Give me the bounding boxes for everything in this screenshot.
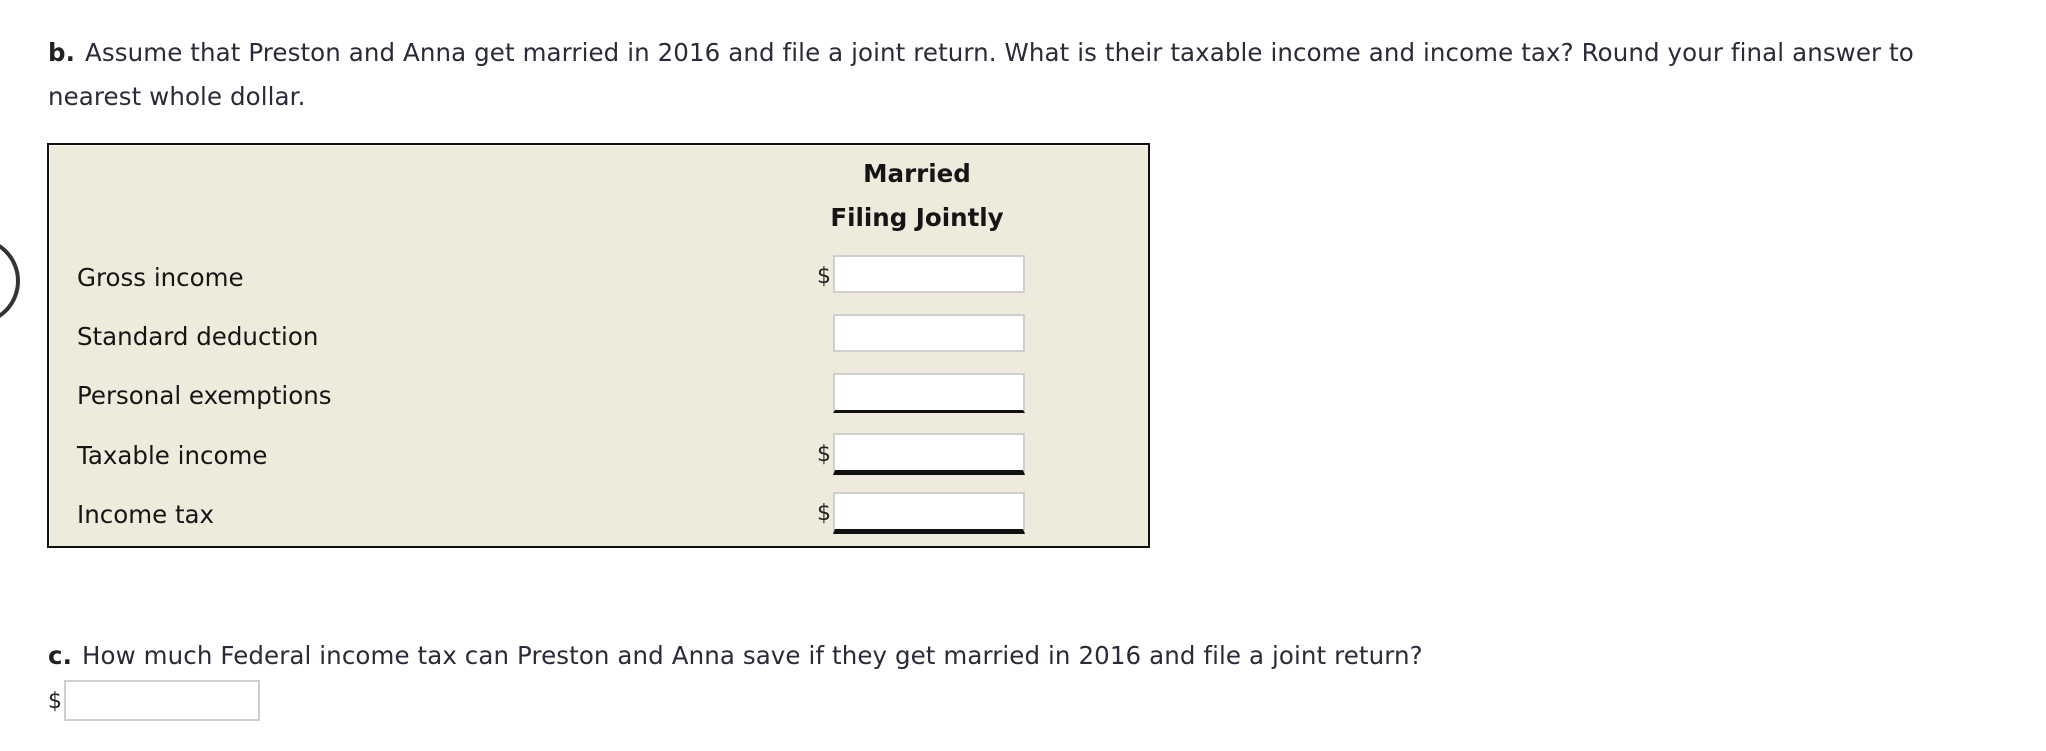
- table-row-standard-deduction: Standard deduction: [49, 314, 1148, 358]
- question-c: c. How much Federal income tax can Presto…: [48, 634, 1948, 678]
- personal-exemptions-input[interactable]: [833, 373, 1025, 413]
- tax-savings-input[interactable]: [64, 680, 260, 721]
- gross-income-input[interactable]: [833, 255, 1025, 293]
- answer-table: Married Filing Jointly Gross income $ St…: [47, 143, 1150, 548]
- question-b: b. Assume that Preston and Anna get marri…: [48, 31, 1948, 119]
- question-c-label: c.: [48, 641, 73, 670]
- column-header-married: Married: [863, 159, 971, 188]
- question-b-label: b.: [48, 38, 76, 67]
- table-row-personal-exemptions: Personal exemptions: [49, 373, 1148, 417]
- question-b-text: Assume that Preston and Anna get married…: [48, 38, 1914, 111]
- currency-symbol: $: [48, 689, 62, 714]
- row-label: Taxable income: [77, 441, 268, 470]
- taxable-income-input[interactable]: [833, 433, 1025, 475]
- table-row-income-tax: Income tax $: [49, 492, 1148, 536]
- row-label: Income tax: [77, 500, 215, 529]
- circle-icon: [0, 237, 20, 325]
- question-c-text: How much Federal income tax can Preston …: [82, 641, 1423, 670]
- column-header-filing-jointly: Filing Jointly: [830, 203, 1004, 232]
- income-tax-input[interactable]: [833, 492, 1025, 534]
- row-label: Personal exemptions: [77, 381, 332, 410]
- table-row-gross-income: Gross income $: [49, 255, 1148, 299]
- currency-symbol: $: [817, 442, 831, 467]
- currency-symbol: $: [817, 264, 831, 289]
- standard-deduction-input[interactable]: [833, 314, 1025, 352]
- currency-symbol: $: [817, 501, 831, 526]
- row-label: Gross income: [77, 263, 244, 292]
- table-row-taxable-income: Taxable income $: [49, 433, 1148, 477]
- row-label: Standard deduction: [77, 322, 319, 351]
